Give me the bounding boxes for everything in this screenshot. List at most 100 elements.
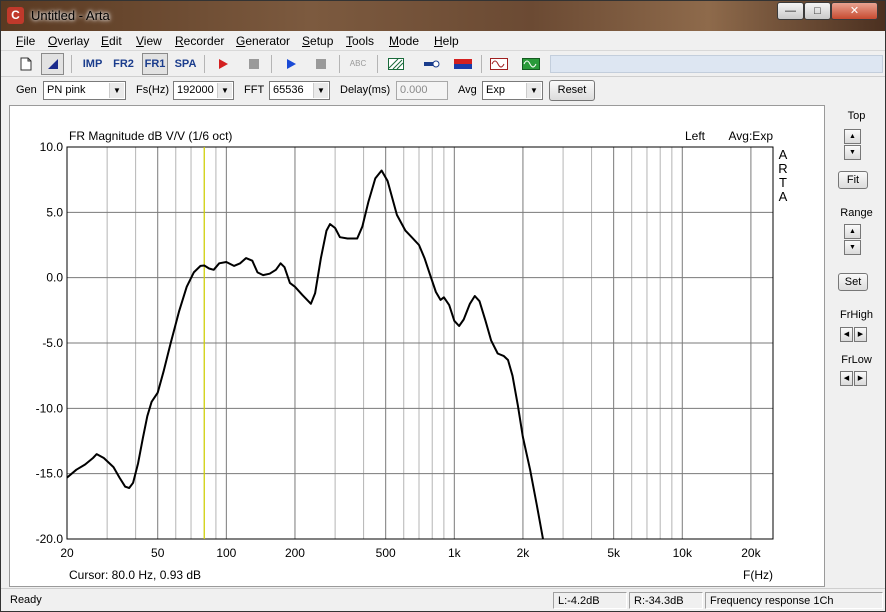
toolbar-separator bbox=[204, 55, 205, 73]
chevron-down-icon[interactable]: ▼ bbox=[526, 83, 541, 98]
frhigh-right-button[interactable]: ▶ bbox=[854, 327, 867, 342]
x-tick-label: 20 bbox=[60, 546, 74, 560]
menu-view[interactable]: View bbox=[136, 34, 162, 48]
select-pointer-icon[interactable] bbox=[41, 53, 64, 75]
arta-watermark-letter: T bbox=[779, 175, 787, 190]
fr2-mode-button[interactable]: FR2 bbox=[111, 53, 136, 75]
fft-label: FFT bbox=[244, 84, 265, 96]
delay-input[interactable]: 0.000 bbox=[396, 81, 448, 100]
fr1-mode-button[interactable]: FR1 bbox=[142, 53, 168, 75]
menu-file[interactable]: File bbox=[16, 34, 35, 48]
impulse-mode-button[interactable]: IMP bbox=[80, 53, 105, 75]
title-bar[interactable]: C Untitled - Arta — □ ✕ bbox=[1, 1, 885, 31]
y-tick-label: 10.0 bbox=[40, 140, 64, 154]
probe-icon[interactable] bbox=[420, 53, 443, 75]
cursor-readout: Cursor: 80.0 Hz, 0.93 dB bbox=[69, 568, 201, 582]
frlow-right-button[interactable]: ▶ bbox=[854, 371, 867, 386]
record-icon[interactable] bbox=[211, 53, 234, 75]
level-meter-icon[interactable] bbox=[451, 53, 474, 75]
settings-bar: Gen PN pink ▼ Fs(Hz) 192000 ▼ FFT 65536 … bbox=[1, 78, 885, 103]
toolbar-separator bbox=[339, 55, 340, 73]
menu-tools[interactable]: Tools bbox=[346, 34, 374, 48]
spectrum-mode-button[interactable]: SPA bbox=[173, 53, 198, 75]
menu-edit[interactable]: Edit bbox=[101, 34, 122, 48]
top-down-button[interactable]: ▼ bbox=[844, 145, 861, 160]
set-button[interactable]: Set bbox=[838, 273, 868, 291]
y-tick-label: 5.0 bbox=[46, 205, 63, 219]
sample-rate-value: 192000 bbox=[177, 84, 214, 96]
frlow-label: FrLow bbox=[841, 354, 872, 366]
fft-size-select[interactable]: 65536 ▼ bbox=[269, 81, 330, 100]
x-tick-label: 50 bbox=[151, 546, 165, 560]
play-generator-icon[interactable] bbox=[279, 53, 302, 75]
mode-readout: Frequency response 1Ch bbox=[705, 592, 883, 609]
x-tick-label: 2k bbox=[517, 546, 531, 560]
averaging-value: Exp bbox=[486, 84, 505, 96]
stop-generator-icon[interactable] bbox=[309, 53, 332, 75]
x-tick-label: 20k bbox=[741, 546, 761, 560]
delay-label: Delay(ms) bbox=[340, 84, 391, 96]
menu-setup[interactable]: Setup bbox=[302, 34, 333, 48]
maximize-button[interactable]: □ bbox=[804, 2, 831, 20]
range-up-button[interactable]: ▲ bbox=[844, 224, 861, 239]
chevron-down-icon[interactable]: ▼ bbox=[313, 83, 328, 98]
top-up-button[interactable]: ▲ bbox=[844, 129, 861, 144]
gen-label: Gen bbox=[16, 84, 37, 96]
y-tick-label: -10.0 bbox=[36, 401, 64, 415]
averaging-select[interactable]: Exp ▼ bbox=[482, 81, 543, 100]
arta-watermark-letter: A bbox=[779, 147, 788, 162]
frhigh-left-button[interactable]: ◀ bbox=[840, 327, 853, 342]
reset-button[interactable]: Reset bbox=[549, 80, 595, 101]
scale-control-panel: Top ▲ ▼ Fit Range ▲ ▼ Set FrHigh ◀ ▶ FrL… bbox=[828, 105, 885, 587]
generator-select[interactable]: PN pink ▼ bbox=[43, 81, 126, 100]
arta-watermark-letter: A bbox=[779, 189, 788, 204]
toolbar: IMP FR2 FR1 SPA ABC bbox=[1, 52, 885, 77]
oscilloscope-icon[interactable] bbox=[487, 53, 510, 75]
y-tick-label: -20.0 bbox=[36, 532, 64, 546]
chevron-down-icon[interactable]: ▼ bbox=[109, 83, 124, 98]
frlow-spinner[interactable]: ◀ ▶ bbox=[840, 371, 870, 386]
toolbar-spacer bbox=[550, 55, 883, 73]
abc-disabled-button[interactable]: ABC bbox=[345, 53, 371, 75]
menu-help[interactable]: Help bbox=[434, 34, 459, 48]
new-document-icon[interactable] bbox=[14, 53, 37, 75]
x-tick-label: 10k bbox=[673, 546, 693, 560]
menu-generator[interactable]: Generator bbox=[236, 34, 290, 48]
left-level-readout: L:-4.2dB bbox=[553, 592, 627, 609]
menu-recorder[interactable]: Recorder bbox=[175, 34, 224, 48]
x-tick-label: 200 bbox=[285, 546, 305, 560]
menu-bar: File Overlay Edit View Recorder Generator Setu… bbox=[1, 31, 885, 51]
arta-watermark-letter: R bbox=[778, 161, 787, 176]
frhigh-spinner[interactable]: ◀ ▶ bbox=[840, 327, 870, 342]
stop-record-icon[interactable] bbox=[242, 53, 265, 75]
avg-label: Avg bbox=[458, 84, 477, 96]
average-label: Avg:Exp bbox=[729, 129, 774, 143]
fs-label: Fs(Hz) bbox=[136, 84, 169, 96]
close-button[interactable]: ✕ bbox=[831, 2, 878, 20]
x-axis-label: F(Hz) bbox=[743, 568, 773, 582]
range-down-button[interactable]: ▼ bbox=[844, 240, 861, 255]
status-ready: Ready bbox=[10, 594, 42, 606]
arta-app-icon[interactable]: C bbox=[7, 7, 24, 24]
signal-monitor-icon[interactable] bbox=[519, 53, 542, 75]
menu-mode[interactable]: Mode bbox=[389, 34, 419, 48]
menu-overlay[interactable]: Overlay bbox=[48, 34, 89, 48]
x-tick-label: 100 bbox=[216, 546, 236, 560]
right-level-readout: R:-34.3dB bbox=[629, 592, 703, 609]
frequency-response-chart[interactable]: 10.0 5.0 0.0 -5.0 -10.0 -15.0 -20.0 20 50 100 200 5… bbox=[9, 105, 825, 587]
chart-svg[interactable]: 10.0 5.0 0.0 -5.0 -10.0 -15.0 -20.020 50 100 200 5… bbox=[10, 106, 826, 588]
fft-size-value: 65536 bbox=[273, 84, 304, 96]
y-tick-label: -15.0 bbox=[36, 467, 64, 481]
hatch-pattern-icon[interactable] bbox=[384, 53, 407, 75]
fit-button[interactable]: Fit bbox=[838, 171, 868, 189]
toolbar-separator bbox=[481, 55, 482, 73]
x-tick-label: 500 bbox=[376, 546, 396, 560]
app-window: C Untitled - Arta — □ ✕ File Overlay Edit V… bbox=[0, 0, 886, 612]
generator-value: PN pink bbox=[47, 84, 86, 96]
sample-rate-select[interactable]: 192000 ▼ bbox=[173, 81, 234, 100]
frhigh-label: FrHigh bbox=[839, 309, 873, 321]
minimize-button[interactable]: — bbox=[777, 2, 804, 20]
toolbar-separator bbox=[71, 55, 72, 73]
frlow-left-button[interactable]: ◀ bbox=[840, 371, 853, 386]
chevron-down-icon[interactable]: ▼ bbox=[217, 83, 232, 98]
